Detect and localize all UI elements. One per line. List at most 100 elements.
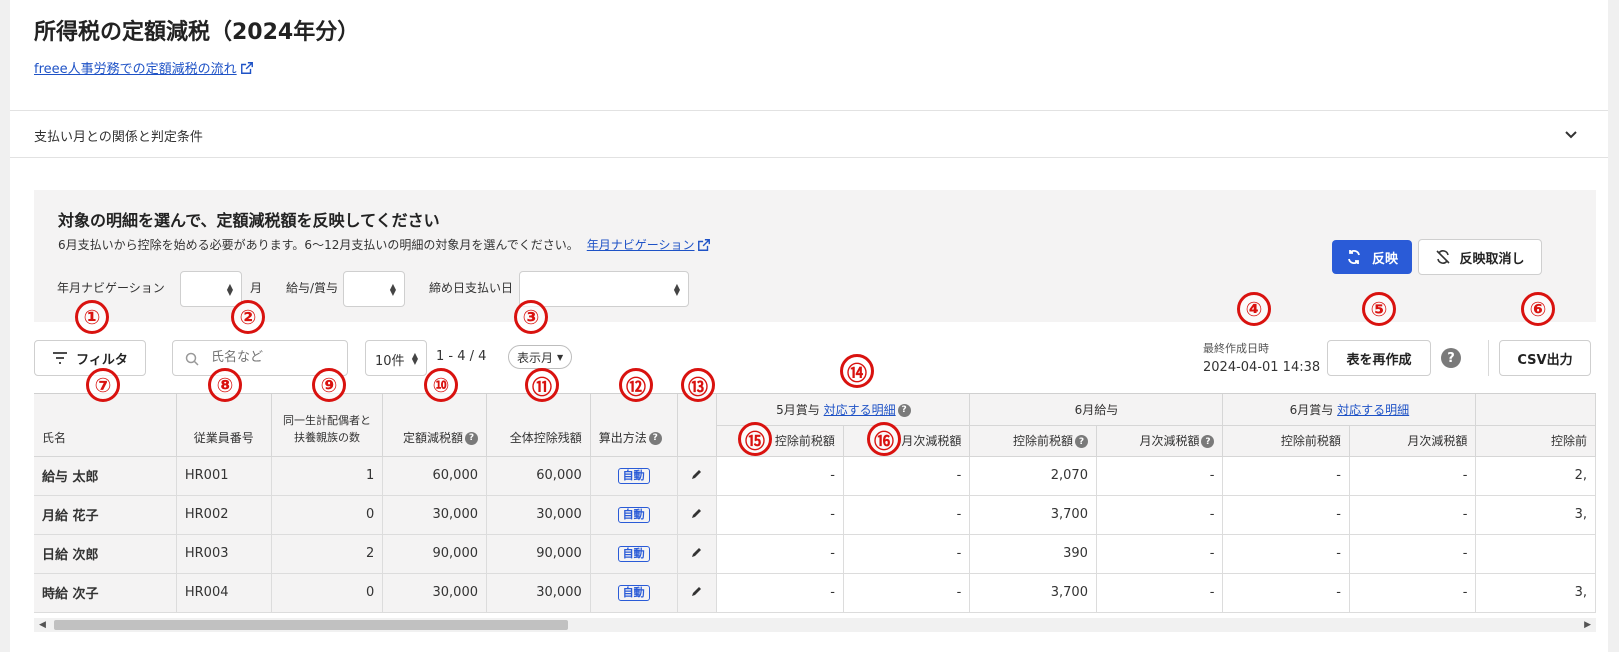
- annotation-13: ⑬: [681, 368, 715, 402]
- cell-june-monthly-reduction: -: [1096, 456, 1224, 496]
- scroll-left-icon[interactable]: ◀: [39, 620, 46, 630]
- cell-name: 月給 花子: [34, 495, 177, 535]
- may-bonus-detail-link[interactable]: 対応する明細: [824, 403, 896, 417]
- cell-may-monthly-reduction: -: [843, 534, 971, 574]
- cell-edit[interactable]: [677, 456, 718, 496]
- toolbar-divider: [1488, 340, 1489, 376]
- cell-edit[interactable]: [677, 534, 718, 574]
- cell-employee-number: HR001: [176, 456, 272, 496]
- pencil-icon[interactable]: [690, 584, 704, 598]
- annotation-15: ⑮: [738, 422, 772, 456]
- th-may-bonus-label: 5月賞与: [776, 402, 820, 417]
- search-icon: [185, 352, 199, 366]
- cell-edit[interactable]: [677, 495, 718, 535]
- per-page-value: 10件: [375, 354, 405, 369]
- th-method-label: 算出方法: [598, 430, 647, 445]
- accordion-label: 支払い月との関係と判定条件: [34, 130, 203, 145]
- select-arrow-icon: ▲ ▼: [673, 282, 680, 297]
- th-june-bonus-label: 6月賞与: [1289, 402, 1334, 417]
- pay-date-select[interactable]: ▲ ▼: [519, 271, 689, 307]
- display-month-label: 表示月: [517, 350, 554, 365]
- cell-method: 自動: [590, 534, 678, 574]
- th-may-monthly-reduction: 月次減税額: [843, 425, 971, 457]
- th-next-month: [1475, 394, 1596, 426]
- th-june-pre-tax-label: 控除前税額: [1012, 434, 1073, 448]
- csv-export-button[interactable]: CSV出力: [1499, 340, 1591, 376]
- th-name: 氏名: [34, 394, 177, 457]
- cell-june-bonus-monthly-reduction: -: [1349, 456, 1477, 496]
- display-month-dropdown[interactable]: 表示月 ▼: [508, 345, 573, 369]
- cell-remaining: 30,000: [486, 573, 591, 613]
- cell-name: 日給 次郎: [34, 534, 177, 574]
- apply-button[interactable]: 反映: [1332, 240, 1412, 274]
- salary-bonus-select[interactable]: ▲ ▼: [343, 271, 405, 307]
- cell-may-monthly-reduction: -: [843, 573, 971, 613]
- cell-remaining: 30,000: [486, 495, 591, 535]
- annotation-14: ⑭: [840, 354, 874, 388]
- panel-title: 対象の明細を選んで、定額減税額を反映してください: [58, 211, 440, 230]
- pay-date-label: 締め日支払い日: [429, 281, 514, 295]
- cell-june-monthly-reduction: -: [1096, 573, 1224, 613]
- cell-june-pre-tax: 2,070: [969, 456, 1097, 496]
- filter-button[interactable]: フィルタ: [34, 340, 146, 376]
- annotation-8: ⑧: [208, 368, 242, 402]
- annotation-5: ⑤: [1362, 292, 1396, 326]
- cell-next-pre-tax: [1475, 534, 1596, 574]
- cell-dependents: 1: [271, 456, 384, 496]
- cell-reduction-amount: 60,000: [382, 456, 487, 496]
- cell-june-bonus-monthly-reduction: -: [1349, 534, 1477, 574]
- help-icon[interactable]: ?: [465, 431, 478, 445]
- flow-help-link[interactable]: freee人事労務での定額減税の流れ: [34, 58, 254, 77]
- year-month-nav-link[interactable]: 年月ナビゲーション: [587, 236, 711, 253]
- recreate-table-label: 表を再作成: [1346, 352, 1412, 368]
- conditions-accordion[interactable]: 支払い月との関係と判定条件: [10, 110, 1608, 158]
- cell-next-pre-tax: 3,: [1475, 495, 1596, 535]
- pencil-icon[interactable]: [690, 506, 704, 520]
- year-month-select[interactable]: ▲ ▼: [180, 271, 242, 307]
- help-icon[interactable]: ?: [1074, 435, 1088, 448]
- cancel-apply-button[interactable]: 反映取消し: [1418, 239, 1542, 275]
- th-june-monthly-reduction-label: 月次減税額: [1139, 434, 1200, 448]
- flow-help-link-label: freee人事労務での定額減税の流れ: [34, 62, 237, 77]
- annotation-1: ①: [75, 300, 109, 334]
- external-link-icon: [240, 61, 253, 74]
- table-row: 給与 太郎 HR001 1 60,000 60,000 自動 - -2,070- - -2,: [34, 456, 1596, 496]
- th-dependents-line2: 扶養親族の数: [293, 430, 360, 444]
- search-input[interactable]: [211, 350, 331, 365]
- help-icon[interactable]: ?: [1441, 348, 1461, 368]
- recreate-table-button[interactable]: 表を再作成: [1327, 340, 1431, 376]
- panel-desc-text: 6月支払いから控除を始める必要があります。6〜12月支払いの明細の対象月を選んで…: [58, 238, 579, 252]
- cell-dependents: 0: [271, 495, 384, 535]
- scroll-right-icon[interactable]: ▶: [1584, 620, 1591, 630]
- last-created-label: 最終作成日時: [1203, 342, 1269, 355]
- pencil-icon[interactable]: [690, 467, 704, 481]
- cell-may-pre-tax: -: [716, 534, 844, 574]
- deduction-table: 氏名 従業員番号 同一生計配偶者と 扶養親族の数 定額減税額? 全体控除残額 算…: [34, 393, 1596, 617]
- apply-button-label: 反映: [1371, 251, 1398, 267]
- cancel-apply-label: 反映取消し: [1459, 251, 1525, 267]
- table-row: 時給 次子 HR004 0 30,000 30,000 自動 - -3,700- - -3,: [34, 573, 1596, 613]
- help-icon[interactable]: ?: [1201, 435, 1215, 448]
- chevron-down-icon[interactable]: [1562, 125, 1580, 143]
- cell-june-bonus-monthly-reduction: -: [1349, 573, 1477, 613]
- per-page-select[interactable]: 10件 ▲ ▼: [365, 340, 427, 376]
- scrollbar-thumb[interactable]: [54, 620, 568, 630]
- cell-method: 自動: [590, 495, 678, 535]
- panel-description: 6月支払いから控除を始める必要があります。6〜12月支払いの明細の対象月を選んで…: [58, 236, 711, 253]
- cell-june-pre-tax: 3,700: [969, 495, 1097, 535]
- cell-june-monthly-reduction: -: [1096, 495, 1224, 535]
- help-icon[interactable]: ?: [897, 403, 911, 417]
- june-bonus-detail-link[interactable]: 対応する明細: [1337, 403, 1409, 417]
- salary-bonus-label: 給与/賞与: [286, 281, 339, 295]
- annotation-2: ②: [231, 300, 265, 334]
- year-month-label: 年月ナビゲーション: [57, 281, 165, 295]
- sync-off-icon: [1436, 250, 1451, 264]
- external-link-icon: [697, 238, 710, 251]
- th-dependents: 同一生計配偶者と 扶養親族の数: [271, 394, 384, 457]
- filter-button-label: フィルタ: [76, 352, 128, 368]
- horizontal-scrollbar[interactable]: ◀ ▶: [34, 618, 1596, 632]
- pencil-icon[interactable]: [690, 545, 704, 559]
- cell-edit[interactable]: [677, 573, 718, 613]
- th-edit: [677, 394, 718, 457]
- help-icon[interactable]: ?: [648, 431, 662, 445]
